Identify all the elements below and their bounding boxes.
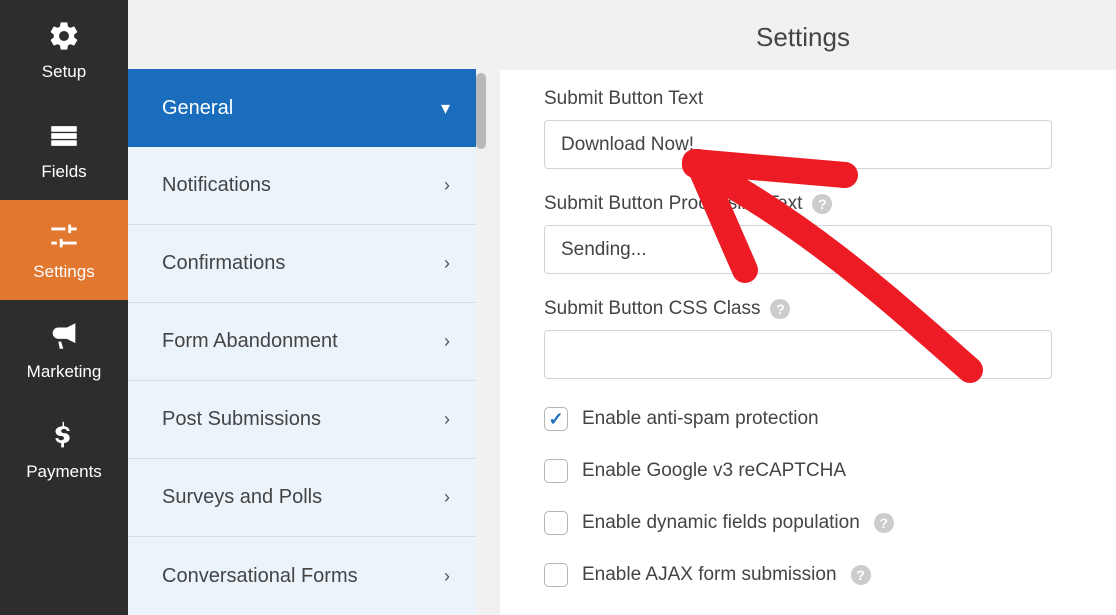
subnav-label: Post Submissions [162, 408, 321, 431]
chevron-right-icon: › [444, 487, 450, 508]
nav-label: Settings [33, 262, 94, 282]
checkbox-ajax[interactable] [544, 563, 568, 587]
subnav-item-notifications[interactable]: Notifications › [128, 147, 476, 225]
subnav-label: Conversational Forms [162, 565, 358, 588]
subnav-item-form-abandonment[interactable]: Form Abandonment › [128, 303, 476, 381]
submit-button-css-label: Submit Button CSS Class [544, 298, 760, 320]
checkbox-dynamic-fields[interactable] [544, 511, 568, 535]
checkbox-label: Enable anti-spam protection [582, 408, 819, 430]
chevron-down-icon: ▾ [441, 98, 450, 119]
list-icon [46, 118, 82, 154]
nav-item-fields[interactable]: Fields [0, 100, 128, 200]
dollar-icon [46, 418, 82, 454]
nav-item-settings[interactable]: Settings [0, 200, 128, 300]
nav-item-marketing[interactable]: Marketing [0, 300, 128, 400]
chevron-right-icon: › [444, 409, 450, 430]
checkbox-label: Enable Google v3 reCAPTCHA [582, 460, 846, 482]
chevron-right-icon: › [444, 175, 450, 196]
chevron-right-icon: › [444, 331, 450, 352]
settings-form: Submit Button Text Submit Button Process… [500, 70, 1116, 615]
subnav-label: Surveys and Polls [162, 486, 322, 509]
subnav-label: Notifications [162, 174, 271, 197]
help-icon[interactable]: ? [851, 565, 871, 585]
subnav-label: Form Abandonment [162, 330, 338, 353]
subnav-item-general[interactable]: General ▾ [128, 69, 476, 147]
main-nav: Setup Fields Settings Marketing Payments [0, 0, 128, 615]
settings-subnav: General ▾ Notifications › Confirmations … [128, 69, 476, 615]
subnav-item-surveys-polls[interactable]: Surveys and Polls › [128, 459, 476, 537]
submit-button-css-input[interactable] [544, 330, 1052, 379]
page-title: Settings [490, 0, 1116, 70]
chevron-right-icon: › [444, 566, 450, 587]
checkbox-label: Enable AJAX form submission [582, 564, 837, 586]
nav-item-setup[interactable]: Setup [0, 0, 128, 100]
chevron-right-icon: › [444, 253, 450, 274]
submit-button-text-label: Submit Button Text [544, 88, 1072, 110]
subnav-label: General [162, 97, 233, 120]
subnav-item-confirmations[interactable]: Confirmations › [128, 225, 476, 303]
nav-label: Fields [41, 162, 86, 182]
help-icon[interactable]: ? [812, 194, 832, 214]
scrollbar-thumb[interactable] [476, 73, 486, 149]
checkbox-label: Enable dynamic fields population [582, 512, 860, 534]
nav-label: Marketing [27, 362, 102, 382]
sliders-icon [46, 218, 82, 254]
subnav-item-post-submissions[interactable]: Post Submissions › [128, 381, 476, 459]
subnav-item-conversational-forms[interactable]: Conversational Forms › [128, 537, 476, 615]
nav-item-payments[interactable]: Payments [0, 400, 128, 500]
gear-icon [46, 18, 82, 54]
subnav-label: Confirmations [162, 252, 285, 275]
subnav-scrollbar[interactable] [476, 69, 486, 615]
submit-button-text-input[interactable] [544, 120, 1052, 169]
checkbox-antispam[interactable] [544, 407, 568, 431]
nav-label: Payments [26, 462, 102, 482]
submit-button-processing-input[interactable] [544, 225, 1052, 274]
checkbox-recaptcha[interactable] [544, 459, 568, 483]
submit-button-processing-label: Submit Button Processing Text [544, 193, 802, 215]
help-icon[interactable]: ? [770, 299, 790, 319]
bullhorn-icon [46, 318, 82, 354]
help-icon[interactable]: ? [874, 513, 894, 533]
nav-label: Setup [42, 62, 86, 82]
